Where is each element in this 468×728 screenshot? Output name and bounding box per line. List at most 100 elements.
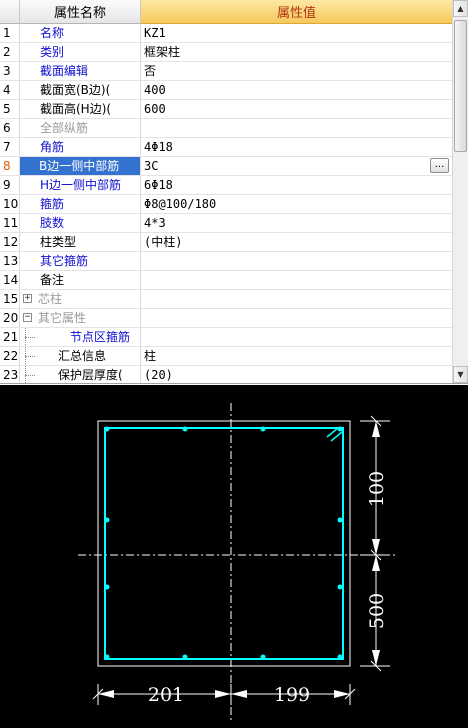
property-value-cell[interactable]: [141, 119, 452, 137]
row-number: 5: [0, 100, 20, 118]
property-value-cell[interactable]: 6Φ18: [141, 176, 452, 194]
property-name-label: 角筋: [40, 140, 65, 154]
property-value-cell[interactable]: 4Φ18: [141, 138, 452, 156]
property-row[interactable]: 15 + 芯柱: [0, 290, 452, 309]
rebar: [182, 654, 188, 660]
property-name-cell[interactable]: 汇总信息: [20, 347, 141, 365]
dim-right-top: 100: [366, 471, 388, 507]
column-section-drawing[interactable]: 100 500 201 199: [0, 385, 468, 728]
property-name-label: 箍筋: [40, 197, 65, 211]
property-name-cell[interactable]: 节点区箍筋: [20, 328, 141, 346]
property-value-cell[interactable]: 柱: [141, 347, 452, 365]
property-name-label: 其它属性: [38, 311, 87, 325]
property-row[interactable]: 2 类别 框架柱: [0, 43, 452, 62]
arrow-up-icon[interactable]: ▲: [453, 0, 468, 17]
property-value-text: Φ8@100/180: [144, 197, 217, 211]
property-value-cell[interactable]: (20): [141, 366, 452, 383]
row-number: 2: [0, 43, 20, 61]
property-value-cell[interactable]: KZ1: [141, 24, 452, 42]
property-name-cell[interactable]: 截面高(H边)(: [20, 100, 141, 118]
property-row[interactable]: 22 汇总信息 柱: [0, 347, 452, 366]
vertical-scrollbar[interactable]: ▲ ▼: [452, 0, 468, 383]
property-name-cell[interactable]: 截面宽(B边)(: [20, 81, 141, 99]
property-row[interactable]: 11 肢数 4*3: [0, 214, 452, 233]
rebar: [182, 426, 188, 432]
concrete-outline: [97, 420, 351, 667]
property-value-cell[interactable]: 3C...: [141, 157, 452, 175]
property-name-cell[interactable]: + 芯柱: [20, 290, 141, 308]
property-value-cell[interactable]: 框架柱: [141, 43, 452, 61]
property-row[interactable]: 7 角筋 4Φ18: [0, 138, 452, 157]
property-name-cell[interactable]: 名称: [20, 24, 141, 42]
property-row[interactable]: 4 截面宽(B边)(400: [0, 81, 452, 100]
property-value-cell[interactable]: [141, 290, 452, 308]
property-name-label: 肢数: [40, 216, 65, 230]
property-value-text: 框架柱: [144, 45, 181, 59]
property-row[interactable]: 1 名称 KZ1: [0, 24, 452, 43]
row-number: 14: [0, 271, 20, 289]
property-row[interactable]: 8 B边一侧中部筋 3C...: [0, 157, 452, 176]
collapse-icon[interactable]: −: [23, 313, 32, 322]
arrow-down-icon[interactable]: ▼: [453, 366, 468, 383]
property-value-text: (中柱): [144, 235, 183, 249]
rebar: [104, 654, 110, 660]
rebar: [260, 654, 266, 660]
property-name-cell[interactable]: 角筋: [20, 138, 141, 156]
row-number: 1: [0, 24, 20, 42]
property-row[interactable]: 3 截面编辑 否: [0, 62, 452, 81]
property-row[interactable]: 5 截面高(H边)(600: [0, 100, 452, 119]
row-number: 9: [0, 176, 20, 194]
property-row[interactable]: 20− 其它属性: [0, 309, 452, 328]
row-number: 23: [0, 366, 20, 383]
expand-icon[interactable]: +: [23, 294, 32, 303]
property-value-cell[interactable]: 4*3: [141, 214, 452, 232]
property-name-label: 全部纵筋: [40, 121, 89, 135]
property-name-label: 其它箍筋: [40, 254, 89, 268]
property-name-cell[interactable]: 其它箍筋: [20, 252, 141, 270]
property-name-cell[interactable]: 全部纵筋: [20, 119, 141, 137]
property-name-cell[interactable]: 类别: [20, 43, 141, 61]
property-value-cell[interactable]: Φ8@100/180: [141, 195, 452, 213]
ellipsis-button[interactable]: ...: [430, 158, 449, 173]
property-name-cell[interactable]: − 其它属性: [20, 309, 141, 327]
property-row[interactable]: 23 保护层厚度((20): [0, 366, 452, 383]
property-name-cell[interactable]: H边一侧中部筋: [20, 176, 141, 194]
property-value-cell[interactable]: [141, 309, 452, 327]
property-name-cell[interactable]: 备注: [20, 271, 141, 289]
row-number: 6: [0, 119, 20, 137]
property-row[interactable]: 21 节点区箍筋: [0, 328, 452, 347]
dim-bottom-right: 199: [274, 684, 310, 706]
property-name-cell[interactable]: 箍筋: [20, 195, 141, 213]
property-row[interactable]: 12 柱类型 (中柱): [0, 233, 452, 252]
property-row[interactable]: 14 备注: [0, 271, 452, 290]
property-row[interactable]: 9 H边一侧中部筋 6Φ18: [0, 176, 452, 195]
scrollbar-thumb[interactable]: [454, 20, 467, 152]
property-row[interactable]: 13 其它箍筋: [0, 252, 452, 271]
property-value-cell[interactable]: [141, 271, 452, 289]
property-row[interactable]: 6 全部纵筋: [0, 119, 452, 138]
property-value-cell[interactable]: 否: [141, 62, 452, 80]
property-name-cell[interactable]: 保护层厚度(: [20, 366, 141, 383]
property-name-cell[interactable]: 柱类型: [20, 233, 141, 251]
property-name-label: 备注: [40, 273, 65, 287]
stirrup: [104, 427, 344, 660]
property-value-text: 600: [144, 102, 166, 116]
property-name-label: 汇总信息: [58, 349, 107, 363]
property-name-cell[interactable]: 截面编辑: [20, 62, 141, 80]
property-value-cell[interactable]: [141, 252, 452, 270]
property-name-label: 柱类型: [40, 235, 77, 249]
property-value-cell[interactable]: [141, 328, 452, 346]
property-value-cell[interactable]: (中柱): [141, 233, 452, 251]
property-name-cell[interactable]: B边一侧中部筋: [20, 157, 141, 175]
tree-line: [25, 356, 35, 357]
property-value-cell[interactable]: 400: [141, 81, 452, 99]
property-name-cell[interactable]: 肢数: [20, 214, 141, 232]
row-number: 15: [0, 290, 20, 308]
header-row-number: [0, 0, 20, 24]
header-property-value[interactable]: 属性值: [141, 0, 452, 24]
row-number: 4: [0, 81, 20, 99]
header-property-name[interactable]: 属性名称: [20, 0, 141, 24]
property-row[interactable]: 10 箍筋 Φ8@100/180: [0, 195, 452, 214]
property-value-cell[interactable]: 600: [141, 100, 452, 118]
row-number: 8: [0, 157, 20, 175]
